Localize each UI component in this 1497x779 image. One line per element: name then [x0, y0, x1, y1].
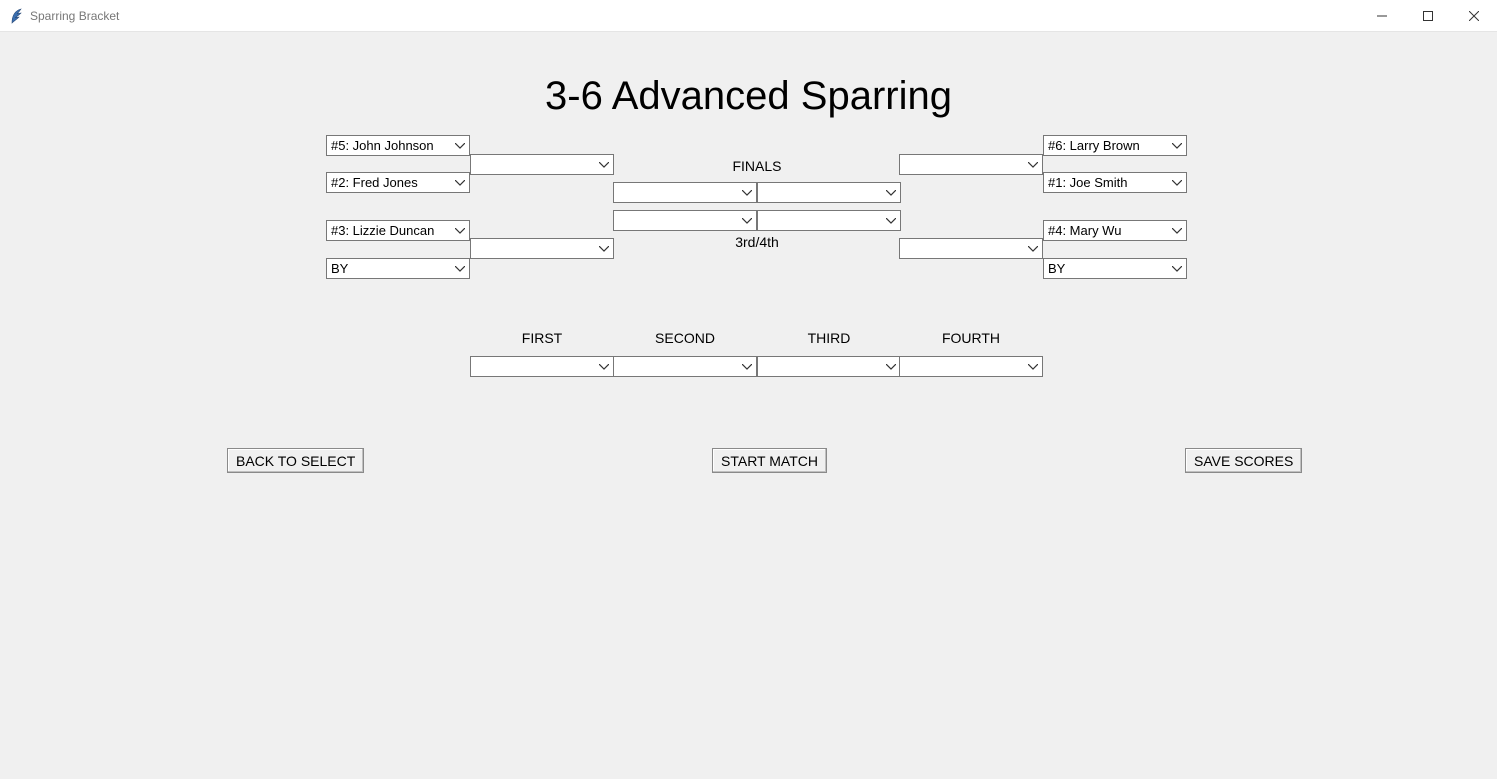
second-label: SECOND — [613, 330, 757, 346]
chevron-down-icon — [455, 228, 465, 234]
back-to-select-button[interactable]: BACK TO SELECT — [227, 448, 364, 473]
chevron-down-icon — [742, 190, 752, 196]
right-r2-slot-1[interactable] — [899, 154, 1043, 175]
third-fourth-label: 3rd/4th — [613, 234, 901, 250]
right-r2-slot-2[interactable] — [899, 238, 1043, 259]
save-scores-button[interactable]: SAVE SCORES — [1185, 448, 1302, 473]
finals-right[interactable] — [757, 182, 901, 203]
first-label: FIRST — [470, 330, 614, 346]
chevron-down-icon — [1172, 143, 1182, 149]
finals-label: FINALS — [613, 158, 901, 174]
chevron-down-icon — [886, 218, 896, 224]
third-place-select[interactable] — [757, 356, 901, 377]
combo-value: #5: John Johnson — [331, 138, 434, 153]
combo-value: #4: Mary Wu — [1048, 223, 1121, 238]
left-r2-slot-1[interactable] — [470, 154, 614, 175]
chevron-down-icon — [742, 364, 752, 370]
combo-value: #3: Lizzie Duncan — [331, 223, 434, 238]
window-title: Sparring Bracket — [30, 9, 119, 23]
first-place-select[interactable] — [470, 356, 614, 377]
chevron-down-icon — [1028, 246, 1038, 252]
chevron-down-icon — [1028, 162, 1038, 168]
client-area: 3-6 Advanced Sparring #5: John Johnson #… — [0, 32, 1497, 779]
combo-value: #2: Fred Jones — [331, 175, 418, 190]
chevron-down-icon — [1172, 180, 1182, 186]
combo-value: BY — [331, 261, 348, 276]
chevron-down-icon — [1172, 266, 1182, 272]
chevron-down-icon — [886, 364, 896, 370]
combo-value: #1: Joe Smith — [1048, 175, 1128, 190]
chevron-down-icon — [886, 190, 896, 196]
combo-value: #6: Larry Brown — [1048, 138, 1140, 153]
third-label: THIRD — [757, 330, 901, 346]
left-r1-slot-3[interactable]: #3: Lizzie Duncan — [326, 220, 470, 241]
combo-value: BY — [1048, 261, 1065, 276]
start-match-button[interactable]: START MATCH — [712, 448, 827, 473]
window-titlebar: Sparring Bracket — [0, 0, 1497, 32]
left-r1-slot-1[interactable]: #5: John Johnson — [326, 135, 470, 156]
right-r1-slot-2[interactable]: #1: Joe Smith — [1043, 172, 1187, 193]
chevron-down-icon — [742, 218, 752, 224]
chevron-down-icon — [599, 246, 609, 252]
left-r1-slot-2[interactable]: #2: Fred Jones — [326, 172, 470, 193]
right-r1-slot-4[interactable]: BY — [1043, 258, 1187, 279]
second-place-select[interactable] — [613, 356, 757, 377]
chevron-down-icon — [1172, 228, 1182, 234]
app-feather-icon — [8, 8, 24, 24]
chevron-down-icon — [455, 180, 465, 186]
chevron-down-icon — [1028, 364, 1038, 370]
chevron-down-icon — [455, 266, 465, 272]
window-maximize-button[interactable] — [1405, 0, 1451, 31]
fourth-place-select[interactable] — [899, 356, 1043, 377]
chevron-down-icon — [599, 364, 609, 370]
chevron-down-icon — [599, 162, 609, 168]
page-title: 3-6 Advanced Sparring — [0, 74, 1497, 119]
right-r1-slot-3[interactable]: #4: Mary Wu — [1043, 220, 1187, 241]
right-r1-slot-1[interactable]: #6: Larry Brown — [1043, 135, 1187, 156]
left-r1-slot-4[interactable]: BY — [326, 258, 470, 279]
third-fourth-right[interactable] — [757, 210, 901, 231]
left-r2-slot-2[interactable] — [470, 238, 614, 259]
window-close-button[interactable] — [1451, 0, 1497, 31]
fourth-label: FOURTH — [899, 330, 1043, 346]
chevron-down-icon — [455, 143, 465, 149]
finals-left[interactable] — [613, 182, 757, 203]
window-minimize-button[interactable] — [1359, 0, 1405, 31]
third-fourth-left[interactable] — [613, 210, 757, 231]
